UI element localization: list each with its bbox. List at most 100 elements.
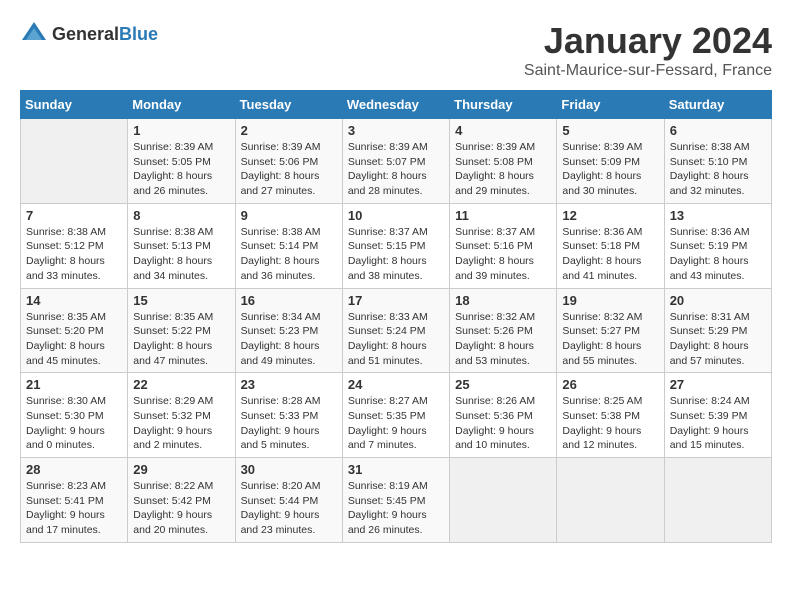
header-row: SundayMondayTuesdayWednesdayThursdayFrid…	[21, 91, 772, 119]
day-cell: 9Sunrise: 8:38 AMSunset: 5:14 PMDaylight…	[235, 203, 342, 288]
day-cell: 2 Sunrise: 8:39 AMSunset: 5:06 PMDaylight…	[235, 119, 342, 204]
header-day-tuesday: Tuesday	[235, 91, 342, 119]
day-cell: 4 Sunrise: 8:39 AMSunset: 5:08 PMDaylight…	[450, 119, 557, 204]
day-cell: 22 Sunrise: 8:29 AMSunset: 5:32 PMDayligh…	[128, 373, 235, 458]
day-cell: 18Sunrise: 8:32 AMSunset: 5:26 PMDayligh…	[450, 288, 557, 373]
day-cell	[450, 458, 557, 543]
day-info: Sunrise: 8:39 AMSunset: 5:09 PMDaylight:…	[562, 140, 658, 199]
day-cell: 3 Sunrise: 8:39 AMSunset: 5:07 PMDaylight…	[342, 119, 449, 204]
day-number: 20	[670, 293, 766, 308]
day-cell: 25 Sunrise: 8:26 AMSunset: 5:36 PMDayligh…	[450, 373, 557, 458]
day-info: Sunrise: 8:37 AMSunset: 5:15 PMDaylight:…	[348, 225, 444, 284]
day-info: Sunrise: 8:32 AMSunset: 5:27 PMDaylight:…	[562, 310, 658, 369]
day-info: Sunrise: 8:36 AMSunset: 5:19 PMDaylight:…	[670, 225, 766, 284]
day-cell	[664, 458, 771, 543]
day-number: 13	[670, 208, 766, 223]
day-cell: 10 Sunrise: 8:37 AMSunset: 5:15 PMDayligh…	[342, 203, 449, 288]
day-cell: 26Sunrise: 8:25 AMSunset: 5:38 PMDayligh…	[557, 373, 664, 458]
logo-text-general: General	[52, 24, 119, 44]
week-row-4: 21Sunrise: 8:30 AMSunset: 5:30 PMDayligh…	[21, 373, 772, 458]
day-number: 30	[241, 462, 337, 477]
day-number: 12	[562, 208, 658, 223]
day-cell: 5Sunrise: 8:39 AMSunset: 5:09 PMDaylight…	[557, 119, 664, 204]
day-number: 16	[241, 293, 337, 308]
day-cell: 21Sunrise: 8:30 AMSunset: 5:30 PMDayligh…	[21, 373, 128, 458]
day-info: Sunrise: 8:39 AMSunset: 5:07 PMDaylight:…	[348, 140, 444, 199]
day-number: 27	[670, 377, 766, 392]
day-cell	[21, 119, 128, 204]
day-info: Sunrise: 8:28 AMSunset: 5:33 PMDaylight:…	[241, 394, 337, 453]
day-info: Sunrise: 8:23 AMSunset: 5:41 PMDaylight:…	[26, 479, 122, 538]
day-cell: 7Sunrise: 8:38 AMSunset: 5:12 PMDaylight…	[21, 203, 128, 288]
day-number: 3	[348, 123, 444, 138]
day-info: Sunrise: 8:19 AMSunset: 5:45 PMDaylight:…	[348, 479, 444, 538]
day-cell: 17Sunrise: 8:33 AMSunset: 5:24 PMDayligh…	[342, 288, 449, 373]
week-row-2: 7Sunrise: 8:38 AMSunset: 5:12 PMDaylight…	[21, 203, 772, 288]
header-day-thursday: Thursday	[450, 91, 557, 119]
week-row-1: 1Sunrise: 8:39 AMSunset: 5:05 PMDaylight…	[21, 119, 772, 204]
day-info: Sunrise: 8:30 AMSunset: 5:30 PMDaylight:…	[26, 394, 122, 453]
title-area: January 2024 Saint-Maurice-sur-Fessard, …	[524, 20, 772, 80]
day-number: 14	[26, 293, 122, 308]
day-cell: 13 Sunrise: 8:36 AMSunset: 5:19 PMDayligh…	[664, 203, 771, 288]
calendar-header: SundayMondayTuesdayWednesdayThursdayFrid…	[21, 91, 772, 119]
logo-text-blue: Blue	[119, 24, 158, 44]
day-number: 25	[455, 377, 551, 392]
page-header: GeneralBlue January 2024 Saint-Maurice-s…	[20, 20, 772, 80]
day-cell: 20 Sunrise: 8:31 AMSunset: 5:29 PMDayligh…	[664, 288, 771, 373]
header-day-monday: Monday	[128, 91, 235, 119]
month-title: January 2024	[524, 20, 772, 62]
day-info: Sunrise: 8:27 AMSunset: 5:35 PMDaylight:…	[348, 394, 444, 453]
day-cell: 11Sunrise: 8:37 AMSunset: 5:16 PMDayligh…	[450, 203, 557, 288]
day-info: Sunrise: 8:22 AMSunset: 5:42 PMDaylight:…	[133, 479, 229, 538]
week-row-5: 28Sunrise: 8:23 AMSunset: 5:41 PMDayligh…	[21, 458, 772, 543]
day-info: Sunrise: 8:38 AMSunset: 5:13 PMDaylight:…	[133, 225, 229, 284]
day-number: 6	[670, 123, 766, 138]
day-cell: 31 Sunrise: 8:19 AMSunset: 5:45 PMDayligh…	[342, 458, 449, 543]
day-cell: 8Sunrise: 8:38 AMSunset: 5:13 PMDaylight…	[128, 203, 235, 288]
day-info: Sunrise: 8:31 AMSunset: 5:29 PMDaylight:…	[670, 310, 766, 369]
day-info: Sunrise: 8:35 AMSunset: 5:20 PMDaylight:…	[26, 310, 122, 369]
day-number: 23	[241, 377, 337, 392]
day-cell: 12 Sunrise: 8:36 AMSunset: 5:18 PMDayligh…	[557, 203, 664, 288]
day-cell: 30 Sunrise: 8:20 AMSunset: 5:44 PMDayligh…	[235, 458, 342, 543]
logo-icon	[20, 20, 48, 48]
day-cell: 24 Sunrise: 8:27 AMSunset: 5:35 PMDayligh…	[342, 373, 449, 458]
day-info: Sunrise: 8:33 AMSunset: 5:24 PMDaylight:…	[348, 310, 444, 369]
day-cell	[557, 458, 664, 543]
day-info: Sunrise: 8:26 AMSunset: 5:36 PMDaylight:…	[455, 394, 551, 453]
day-info: Sunrise: 8:37 AMSunset: 5:16 PMDaylight:…	[455, 225, 551, 284]
day-info: Sunrise: 8:24 AMSunset: 5:39 PMDaylight:…	[670, 394, 766, 453]
header-day-saturday: Saturday	[664, 91, 771, 119]
day-number: 24	[348, 377, 444, 392]
day-cell: 6 Sunrise: 8:38 AMSunset: 5:10 PMDaylight…	[664, 119, 771, 204]
day-info: Sunrise: 8:20 AMSunset: 5:44 PMDaylight:…	[241, 479, 337, 538]
header-day-wednesday: Wednesday	[342, 91, 449, 119]
day-cell: 28Sunrise: 8:23 AMSunset: 5:41 PMDayligh…	[21, 458, 128, 543]
day-cell: 16Sunrise: 8:34 AMSunset: 5:23 PMDayligh…	[235, 288, 342, 373]
day-cell: 29 Sunrise: 8:22 AMSunset: 5:42 PMDayligh…	[128, 458, 235, 543]
day-number: 2	[241, 123, 337, 138]
location-title: Saint-Maurice-sur-Fessard, France	[524, 62, 772, 80]
day-info: Sunrise: 8:36 AMSunset: 5:18 PMDaylight:…	[562, 225, 658, 284]
day-number: 22	[133, 377, 229, 392]
day-info: Sunrise: 8:39 AMSunset: 5:08 PMDaylight:…	[455, 140, 551, 199]
day-info: Sunrise: 8:25 AMSunset: 5:38 PMDaylight:…	[562, 394, 658, 453]
day-number: 15	[133, 293, 229, 308]
day-number: 1	[133, 123, 229, 138]
header-day-sunday: Sunday	[21, 91, 128, 119]
calendar-table: SundayMondayTuesdayWednesdayThursdayFrid…	[20, 90, 772, 543]
day-info: Sunrise: 8:29 AMSunset: 5:32 PMDaylight:…	[133, 394, 229, 453]
day-number: 4	[455, 123, 551, 138]
header-day-friday: Friday	[557, 91, 664, 119]
day-number: 29	[133, 462, 229, 477]
day-number: 31	[348, 462, 444, 477]
logo: GeneralBlue	[20, 20, 158, 48]
day-info: Sunrise: 8:39 AMSunset: 5:06 PMDaylight:…	[241, 140, 337, 199]
day-number: 10	[348, 208, 444, 223]
day-info: Sunrise: 8:38 AMSunset: 5:12 PMDaylight:…	[26, 225, 122, 284]
day-cell: 1Sunrise: 8:39 AMSunset: 5:05 PMDaylight…	[128, 119, 235, 204]
day-number: 18	[455, 293, 551, 308]
day-cell: 23 Sunrise: 8:28 AMSunset: 5:33 PMDayligh…	[235, 373, 342, 458]
day-info: Sunrise: 8:38 AMSunset: 5:10 PMDaylight:…	[670, 140, 766, 199]
